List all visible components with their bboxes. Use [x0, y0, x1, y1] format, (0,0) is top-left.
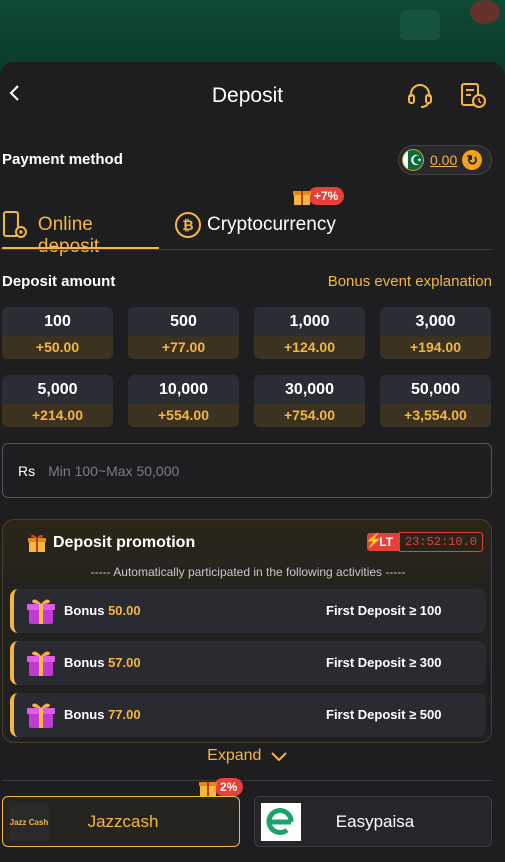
amount-option-100[interactable]: 100 +50.00: [2, 307, 113, 359]
amount-input[interactable]: [48, 462, 449, 479]
tab-label: Cryptocurrency: [207, 214, 336, 235]
payment-method-label: Payment method: [2, 151, 123, 168]
tab-cryptocurrency[interactable]: ₿ Cryptocurrency: [175, 210, 336, 249]
amount-option-5000[interactable]: 5,000 +214.00: [2, 375, 113, 427]
bonus-label: Bonus 57.00: [64, 655, 141, 670]
expand-button[interactable]: Expand: [0, 747, 495, 765]
promotion-subtitle: ----- Automatically participated in the …: [90, 565, 406, 579]
amount-bonus: +754.00: [254, 404, 365, 427]
amount-bonus: +124.00: [254, 336, 365, 359]
jazzcash-logo: Jazz Cash: [9, 802, 49, 841]
record-clock-icon[interactable]: [458, 80, 488, 110]
chevron-down-icon: [271, 752, 287, 762]
gift-box-icon: [27, 599, 55, 624]
amount-bonus: +77.00: [128, 336, 239, 359]
bonus-label: Bonus 50.00: [64, 603, 141, 618]
promotion-row: Bonus 50.00 First Deposit ≥ 100: [10, 589, 486, 633]
bonus-label: Bonus 77.00: [64, 707, 141, 722]
gift-icon: [293, 191, 311, 205]
amount-bonus: +3,554.00: [380, 404, 491, 427]
phone-deposit-icon: [2, 211, 27, 238]
jazzcash-bonus-badge: 2%: [198, 777, 244, 797]
crypto-bonus-badge: +7%: [292, 186, 345, 206]
bonus-percent: +7%: [308, 187, 345, 205]
amount-input-wrapper: Rs: [2, 443, 492, 498]
amount-option-30000[interactable]: 30,000 +754.00: [254, 375, 365, 427]
bonus-percent: 2%: [214, 778, 244, 796]
bonus-condition: First Deposit ≥ 500: [326, 707, 442, 722]
gift-icon: [199, 782, 217, 796]
divider: [2, 780, 492, 781]
amount-value: 50,000: [380, 375, 491, 404]
bonus-event-link[interactable]: Bonus event explanation: [328, 273, 492, 290]
amount-bonus: +194.00: [380, 336, 491, 359]
amount-bonus: +50.00: [2, 336, 113, 359]
amount-value: 1,000: [254, 307, 365, 336]
pakistan-flag-icon: ☪: [402, 149, 424, 171]
deposit-amount-label: Deposit amount: [2, 273, 116, 290]
amount-value: 500: [128, 307, 239, 336]
balance-value: 0.00: [430, 152, 458, 168]
amount-value: 100: [2, 307, 113, 336]
promotion-row: Bonus 77.00 First Deposit ≥ 500: [10, 693, 486, 737]
background-shape: [470, 0, 500, 24]
bonus-value: 50.00: [108, 603, 141, 618]
promotion-title: Deposit promotion: [53, 534, 196, 551]
deposit-promotion-card: Deposit promotion LT 23:52:10.0 ----- Au…: [2, 519, 492, 743]
expand-label: Expand: [207, 747, 262, 764]
channel-easypaisa[interactable]: Easypaisa: [254, 796, 492, 847]
amount-bonus: +554.00: [128, 404, 239, 427]
channel-name: Jazzcash: [87, 811, 159, 831]
amount-option-50000[interactable]: 50,000 +3,554.00: [380, 375, 491, 427]
bonus-value: 57.00: [108, 655, 141, 670]
headset-icon[interactable]: [405, 80, 435, 110]
background-game-area: [0, 0, 505, 70]
amount-value: 3,000: [380, 307, 491, 336]
limited-time-badge: LT 23:52:10.0: [365, 532, 483, 552]
tab-label: Online deposit: [37, 214, 100, 257]
currency-label: Rs: [18, 462, 36, 479]
amount-option-10000[interactable]: 10,000 +554.00: [128, 375, 239, 427]
channel-name: Easypaisa: [335, 811, 415, 831]
bonus-value: 77.00: [108, 707, 141, 722]
countdown-timer: 23:52:10.0: [398, 532, 483, 552]
balance-pill: ☪ 0.00 ↻: [398, 145, 492, 175]
bonus-condition: First Deposit ≥ 100: [326, 603, 442, 618]
amount-value: 5,000: [2, 375, 113, 404]
tab-online-deposit[interactable]: Online deposit: [2, 210, 159, 257]
svg-text:Jazz Cash: Jazz Cash: [10, 818, 49, 827]
background-shape: [400, 10, 440, 40]
lt-label: LT: [365, 532, 399, 551]
tabs-divider: [2, 249, 492, 250]
amount-value: 30,000: [254, 375, 365, 404]
gift-box-icon: [27, 703, 55, 728]
gift-icon: [28, 534, 46, 552]
bonus-condition: First Deposit ≥ 300: [326, 655, 442, 670]
refresh-icon[interactable]: ↻: [462, 150, 483, 170]
amount-value: 10,000: [128, 375, 239, 404]
gift-box-icon: [27, 651, 55, 676]
amount-bonus: +214.00: [2, 404, 113, 427]
bitcoin-icon: ₿: [175, 212, 201, 238]
channel-jazzcash[interactable]: Jazz Cash Jazzcash: [2, 796, 240, 847]
promotion-row: Bonus 57.00 First Deposit ≥ 300: [10, 641, 486, 685]
easypaisa-logo: [261, 802, 301, 841]
deposit-panel: Deposit Payment method ☪ 0.00 ↻ Online d…: [0, 62, 505, 862]
amount-option-3000[interactable]: 3,000 +194.00: [380, 307, 491, 359]
amount-option-500[interactable]: 500 +77.00: [128, 307, 239, 359]
amount-option-1000[interactable]: 1,000 +124.00: [254, 307, 365, 359]
